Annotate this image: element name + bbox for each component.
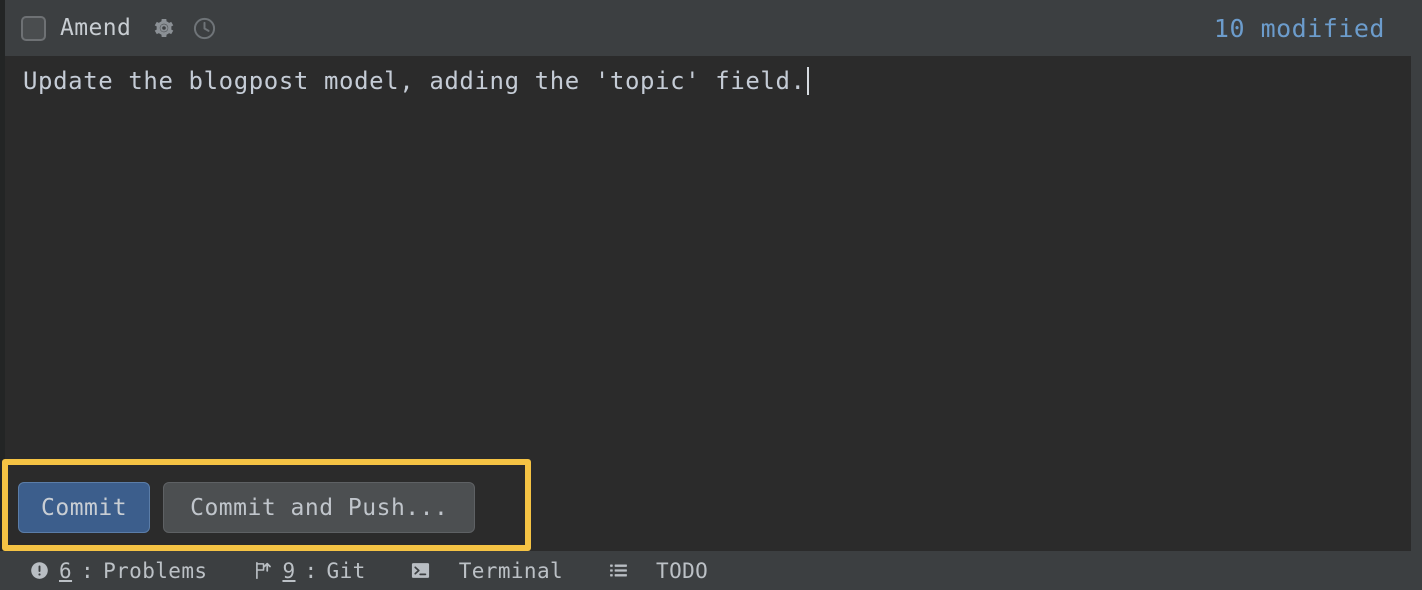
- commit-button[interactable]: Commit: [18, 482, 151, 533]
- amend-checkbox-group[interactable]: Amend: [21, 14, 132, 41]
- status-item-problems[interactable]: 6: Problems: [28, 559, 207, 583]
- clock-icon[interactable]: [191, 15, 217, 41]
- status-shortcut-git: 9: [282, 558, 296, 583]
- commit-toolbar: Amend 10 modified: [5, 0, 1411, 56]
- amend-checkbox[interactable]: [21, 15, 46, 41]
- git-branch-icon: [251, 560, 273, 582]
- gear-icon[interactable]: [151, 15, 177, 41]
- commit-message-editor[interactable]: Update the blogpost model, adding the 't…: [5, 56, 1411, 459]
- todo-list-icon: [607, 560, 629, 582]
- modified-count-label[interactable]: 10 modified: [1214, 14, 1385, 43]
- commit-actions: Commit Commit and Push...: [18, 482, 476, 533]
- commit-dialog-panel: Amend 10 modified Update the blogpost mo…: [0, 0, 1422, 590]
- commit-and-push-button[interactable]: Commit and Push...: [163, 482, 476, 533]
- amend-label: Amend: [60, 14, 132, 41]
- status-shortcut-problems: 6: [59, 558, 73, 583]
- right-edge-strip: [1411, 0, 1422, 551]
- commit-message-text: Update the blogpost model, adding the 't…: [23, 67, 806, 95]
- status-item-todo[interactable]: TODO: [607, 559, 708, 583]
- status-label-todo: TODO: [656, 558, 709, 583]
- status-separator-git: :: [304, 558, 318, 583]
- status-label-problems: Problems: [103, 558, 208, 583]
- status-item-git[interactable]: 9: Git: [251, 559, 365, 583]
- status-label-terminal: Terminal: [458, 558, 564, 583]
- terminal-icon: [410, 560, 432, 582]
- text-caret: [806, 67, 809, 95]
- commit-message-line: Update the blogpost model, adding the 't…: [23, 66, 1411, 96]
- status-bar: 6: Problems 9: Git Terminal TODO: [0, 551, 1422, 590]
- status-item-terminal[interactable]: Terminal: [410, 559, 563, 583]
- status-label-git: Git: [326, 558, 366, 583]
- error-circle-icon: [28, 560, 50, 582]
- status-separator-problems: :: [81, 558, 95, 583]
